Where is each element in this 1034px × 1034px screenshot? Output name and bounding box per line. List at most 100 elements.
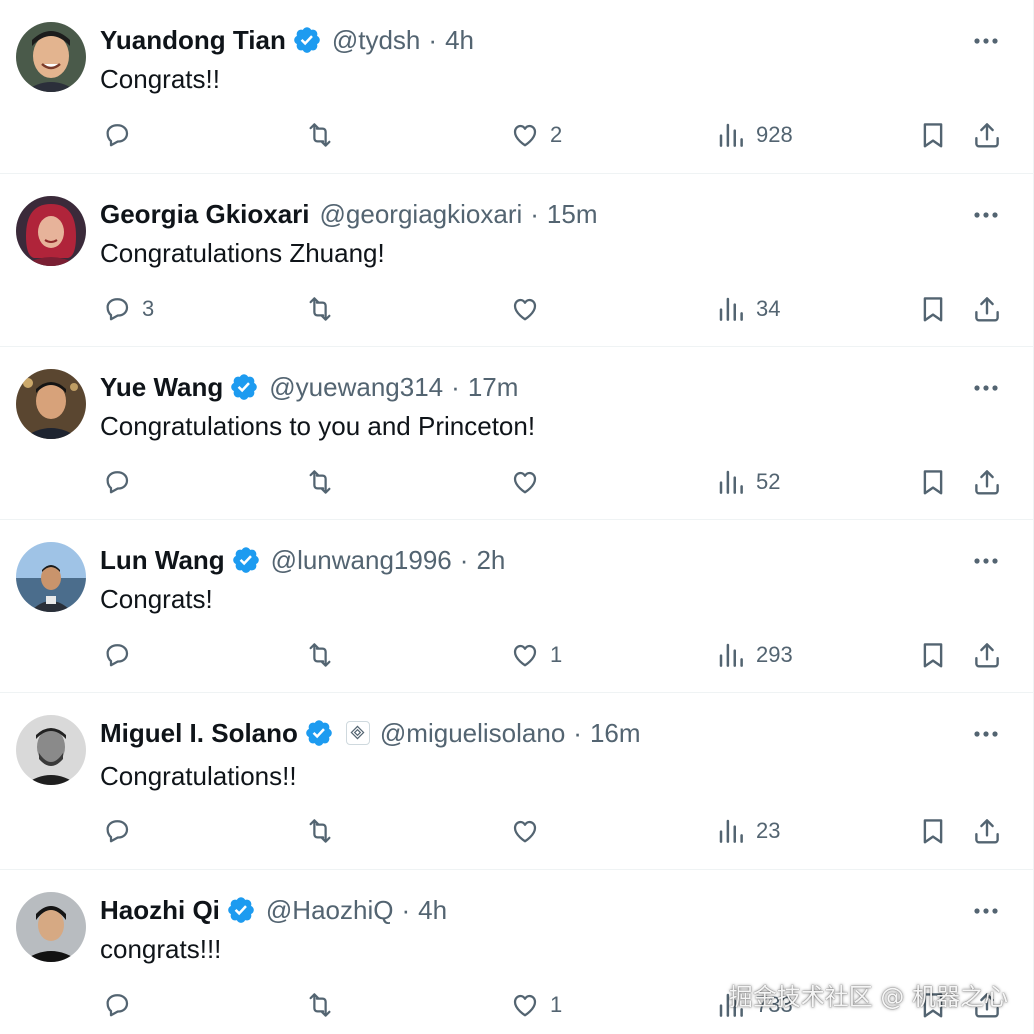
like-button[interactable] bbox=[510, 457, 550, 507]
reply-card[interactable]: Miguel I. Solano @miguelisolano · 16m Co… bbox=[0, 693, 1034, 870]
views-button[interactable]: 293 bbox=[716, 630, 793, 680]
avatar[interactable] bbox=[16, 22, 86, 92]
like-button[interactable] bbox=[510, 806, 550, 856]
author-name[interactable]: Lun Wang bbox=[100, 545, 225, 576]
author-handle[interactable]: @tydsh bbox=[332, 25, 421, 56]
share-button[interactable] bbox=[972, 457, 1002, 507]
repost-button[interactable] bbox=[305, 806, 345, 856]
reply-button[interactable] bbox=[102, 630, 142, 680]
separator-dot: · bbox=[451, 371, 460, 402]
bookmark-button[interactable] bbox=[918, 457, 948, 507]
heart-icon bbox=[513, 994, 537, 1017]
like-button[interactable]: 2 bbox=[510, 110, 562, 160]
share-upload-icon bbox=[975, 297, 999, 322]
share-button[interactable] bbox=[972, 630, 1002, 680]
reply-text: congrats!!! bbox=[100, 934, 222, 964]
verified-badge-icon bbox=[292, 25, 322, 55]
repost-button[interactable] bbox=[305, 630, 345, 680]
repost-button[interactable] bbox=[305, 457, 345, 507]
more-dots-icon[interactable] bbox=[971, 26, 1001, 56]
reply-button[interactable]: 3 bbox=[102, 284, 154, 334]
reply-header: Georgia Gkioxari @georgiagkioxari · 15m bbox=[100, 196, 598, 232]
author-name[interactable]: Yuandong Tian bbox=[100, 25, 286, 56]
bookmark-icon bbox=[923, 643, 943, 668]
author-handle[interactable]: @miguelisolano bbox=[380, 718, 565, 749]
avatar[interactable] bbox=[16, 542, 86, 612]
share-upload-icon bbox=[975, 123, 999, 148]
like-button[interactable] bbox=[510, 284, 550, 334]
reply-button[interactable] bbox=[102, 806, 142, 856]
share-upload-icon bbox=[975, 643, 999, 668]
author-name[interactable]: Miguel I. Solano bbox=[100, 718, 298, 749]
timestamp[interactable]: 15m bbox=[547, 199, 598, 230]
author-handle[interactable]: @HaozhiQ bbox=[266, 895, 394, 926]
repost-arrows-icon bbox=[309, 470, 331, 494]
timestamp[interactable]: 2h bbox=[476, 545, 505, 576]
reply-bubble-icon bbox=[106, 124, 129, 147]
reply-header: Yuandong Tian @tydsh · 4h bbox=[100, 22, 474, 58]
views-button[interactable]: 34 bbox=[716, 284, 780, 334]
verified-badge-icon bbox=[226, 895, 256, 925]
timestamp[interactable]: 4h bbox=[418, 895, 447, 926]
author-handle[interactable]: @lunwang1996 bbox=[271, 545, 452, 576]
reply-header: Haozhi Qi @HaozhiQ · 4h bbox=[100, 892, 447, 928]
author-name[interactable]: Yue Wang bbox=[100, 372, 223, 403]
avatar[interactable] bbox=[16, 715, 86, 785]
avatar[interactable] bbox=[16, 892, 86, 962]
reply-button[interactable] bbox=[102, 457, 142, 507]
bookmark-button[interactable] bbox=[918, 806, 948, 856]
separator-dot: · bbox=[530, 198, 539, 229]
share-button[interactable] bbox=[972, 806, 1002, 856]
bar-chart-icon bbox=[719, 819, 743, 843]
share-button[interactable] bbox=[972, 284, 1002, 334]
timestamp[interactable]: 17m bbox=[468, 372, 519, 403]
repost-button[interactable] bbox=[305, 980, 345, 1030]
separator-dot: · bbox=[573, 717, 582, 748]
reply-bubble-icon bbox=[106, 471, 129, 494]
more-dots-icon[interactable] bbox=[971, 373, 1001, 403]
bar-chart-icon bbox=[719, 470, 743, 494]
reply-card[interactable]: Yue Wang @yuewang314 · 17m Congratulatio… bbox=[0, 347, 1034, 520]
view-count: 23 bbox=[756, 818, 781, 843]
more-dots-icon[interactable] bbox=[971, 719, 1001, 749]
bookmark-button[interactable] bbox=[918, 284, 948, 334]
share-button[interactable] bbox=[972, 110, 1002, 160]
avatar[interactable] bbox=[16, 369, 86, 439]
separator-dot: · bbox=[428, 24, 438, 55]
reply-card[interactable]: Georgia Gkioxari @georgiagkioxari · 15m … bbox=[0, 174, 1034, 347]
author-name[interactable]: Georgia Gkioxari bbox=[100, 199, 310, 230]
reply-button[interactable] bbox=[102, 110, 142, 160]
repost-button[interactable] bbox=[305, 110, 345, 160]
avatar[interactable] bbox=[16, 196, 86, 266]
reply-card[interactable]: Yuandong Tian @tydsh · 4h Congrats!! 2 9… bbox=[0, 0, 1034, 174]
views-button[interactable]: 928 bbox=[716, 110, 793, 160]
like-button[interactable]: 1 bbox=[510, 980, 562, 1030]
author-handle[interactable]: @yuewang314 bbox=[269, 372, 443, 403]
reply-card[interactable]: Lun Wang @lunwang1996 · 2h Congrats! 1 2… bbox=[0, 520, 1034, 693]
author-handle[interactable]: @georgiagkioxari bbox=[320, 199, 523, 230]
action-bar: 2 928 bbox=[0, 110, 1034, 160]
bookmark-icon bbox=[923, 819, 943, 844]
more-dots-icon[interactable] bbox=[971, 896, 1001, 926]
reply-button[interactable] bbox=[102, 980, 142, 1030]
views-button[interactable]: 52 bbox=[716, 457, 780, 507]
bookmark-button[interactable] bbox=[918, 630, 948, 680]
author-name[interactable]: Haozhi Qi bbox=[100, 895, 220, 926]
like-button[interactable]: 1 bbox=[510, 630, 562, 680]
affiliate-badge-icon[interactable] bbox=[345, 721, 370, 745]
more-dots-icon[interactable] bbox=[971, 200, 1001, 230]
like-count: 1 bbox=[550, 642, 563, 667]
reply-text: Congratulations Zhuang! bbox=[100, 238, 385, 268]
repost-arrows-icon bbox=[309, 819, 331, 843]
view-count: 52 bbox=[756, 469, 781, 494]
repost-button[interactable] bbox=[305, 284, 345, 334]
more-dots-icon[interactable] bbox=[971, 546, 1001, 576]
share-upload-icon bbox=[975, 819, 999, 844]
share-upload-icon bbox=[975, 470, 999, 495]
reply-header: Yue Wang @yuewang314 · 17m bbox=[100, 369, 518, 405]
timestamp[interactable]: 16m bbox=[590, 718, 641, 749]
bookmark-button[interactable] bbox=[918, 110, 948, 160]
views-button[interactable]: 23 bbox=[716, 806, 780, 856]
timestamp[interactable]: 4h bbox=[445, 25, 474, 56]
reply-header: Miguel I. Solano @miguelisolano · 16m bbox=[100, 715, 641, 751]
